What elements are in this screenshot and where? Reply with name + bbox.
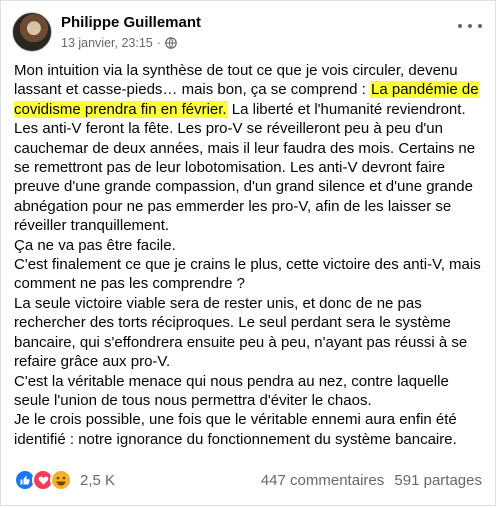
post-line-possible: Je le crois possible, une fois que le vé… (14, 411, 457, 448)
post-after-highlight: La liberté et l'humanité reviendront. Le… (14, 100, 476, 235)
post-date[interactable]: 13 janvier, 23:15 (61, 35, 153, 51)
haha-icon (50, 469, 72, 491)
post-body: Mon intuition via la synthèse de tout ce… (14, 61, 484, 449)
more-options-icon[interactable] (458, 18, 482, 34)
post-meta: Philippe Guillemant 13 janvier, 23:15 · (61, 13, 201, 51)
post-paragraph-main: Mon intuition via la synthèse de tout ce… (14, 61, 484, 236)
post-line-victoire: La seule victoire viable sera de rester … (14, 294, 468, 371)
post-line-crains: C'est finalement ce que je crains le plu… (14, 256, 481, 293)
post-line-ca: Ça ne va pas être facile. (14, 236, 176, 254)
author-name[interactable]: Philippe Guillemant (61, 13, 201, 32)
comments-count[interactable]: 447 commentaires (261, 472, 384, 489)
post-footer: 2,5 K 447 commentaires 591 partages (14, 469, 482, 491)
post-subline: 13 janvier, 23:15 · (61, 35, 201, 51)
date-separator: · (156, 36, 161, 50)
facebook-post: Philippe Guillemant 13 janvier, 23:15 · … (0, 0, 496, 506)
avatar[interactable] (12, 12, 52, 52)
post-header: Philippe Guillemant 13 janvier, 23:15 · (12, 12, 201, 52)
post-line-menace: C'est la véritable menace qui nous pendr… (14, 372, 449, 409)
post-stats: 447 commentaires 591 partages (255, 472, 482, 489)
globe-icon[interactable] (165, 37, 177, 49)
more-dot (478, 24, 482, 28)
more-dot (458, 24, 462, 28)
reactions[interactable]: 2,5 K (14, 469, 115, 491)
reaction-icons (14, 469, 72, 491)
shares-count[interactable]: 591 partages (394, 472, 482, 489)
reaction-count[interactable]: 2,5 K (80, 472, 115, 489)
more-dot (468, 24, 472, 28)
